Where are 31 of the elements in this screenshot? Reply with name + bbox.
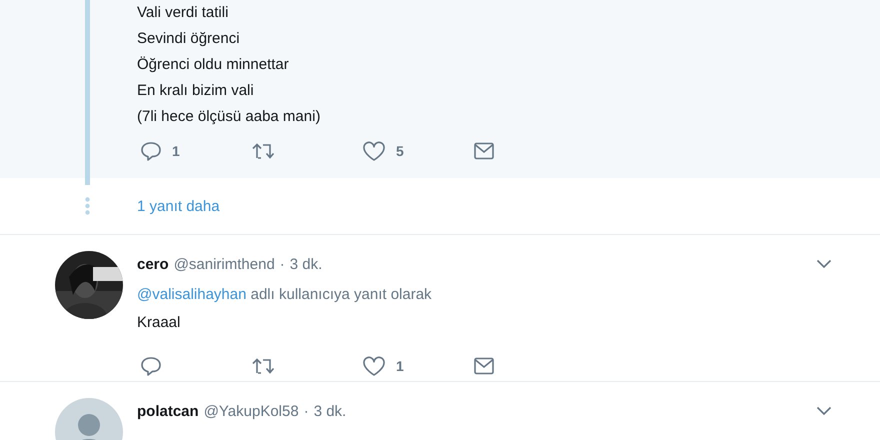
tweet-text: Kraaal <box>137 314 182 331</box>
reply-count: 1 <box>172 143 180 159</box>
thread-dots-icon <box>85 197 90 215</box>
heart-icon[interactable] <box>362 356 386 376</box>
tweet-text-line: Öğrenci oldu minnettar <box>137 55 290 75</box>
like-count: 1 <box>396 358 404 374</box>
tweet-text-line: Vali verdi tatili <box>137 3 230 23</box>
separator-dot: · <box>280 256 285 272</box>
tweet-text-line: En kralı bizim vali <box>137 81 255 101</box>
reply-icon[interactable] <box>140 356 162 376</box>
user-handle[interactable]: @YakupKol58 <box>204 402 299 420</box>
mail-icon[interactable] <box>473 356 495 376</box>
retweet-icon[interactable] <box>251 357 277 375</box>
user-name[interactable]: polatcan <box>137 402 199 420</box>
mention-link[interactable]: @valisalihayhan <box>137 286 246 303</box>
tweet-text-line: (7li hece ölçüsü aaba mani) <box>137 107 322 127</box>
separator-dot: · <box>304 402 309 420</box>
user-handle[interactable]: @sanirimthend <box>174 256 275 272</box>
mail-icon[interactable] <box>473 141 495 161</box>
chevron-down-icon[interactable] <box>816 259 832 269</box>
tweet-time[interactable]: 3 dk. <box>290 256 322 272</box>
retweet-icon[interactable] <box>251 142 277 160</box>
tweet-text-line: Sevindi öğrenci <box>137 29 241 49</box>
chevron-down-icon[interactable] <box>816 406 832 416</box>
like-count: 5 <box>396 143 404 159</box>
reply-context: @valisalihayhan adlı kullanıcıya yanıt olarak <box>137 286 433 303</box>
user-name[interactable]: cero <box>137 256 169 272</box>
heart-icon[interactable] <box>362 140 386 162</box>
tweet-time[interactable]: 3 dk. <box>314 402 346 420</box>
reply-icon[interactable] <box>140 141 162 161</box>
more-replies-link[interactable]: 1 yanıt daha <box>137 198 220 214</box>
